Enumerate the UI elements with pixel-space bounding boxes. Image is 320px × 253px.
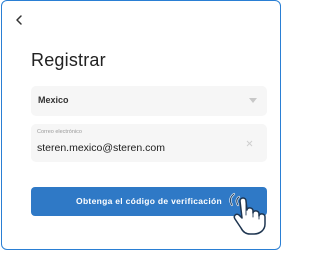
chevron-left-icon <box>16 15 22 25</box>
country-select[interactable]: Mexico <box>31 86 267 116</box>
email-field[interactable]: Correo electrónico steren.mexico@steren.… <box>31 124 267 162</box>
email-field-value[interactable]: steren.mexico@steren.com <box>37 142 165 154</box>
close-icon[interactable] <box>246 140 253 147</box>
get-verification-code-button[interactable]: Obtenga el código de verificación <box>31 187 267 216</box>
email-field-label: Correo electrónico <box>37 129 82 135</box>
caret-down-icon <box>249 98 257 103</box>
back-button[interactable] <box>12 13 26 27</box>
country-select-value: Mexico <box>38 95 69 105</box>
registration-screen: Registrar Mexico Correo electrónico ster… <box>0 0 287 253</box>
page-title: Registrar <box>31 50 106 70</box>
